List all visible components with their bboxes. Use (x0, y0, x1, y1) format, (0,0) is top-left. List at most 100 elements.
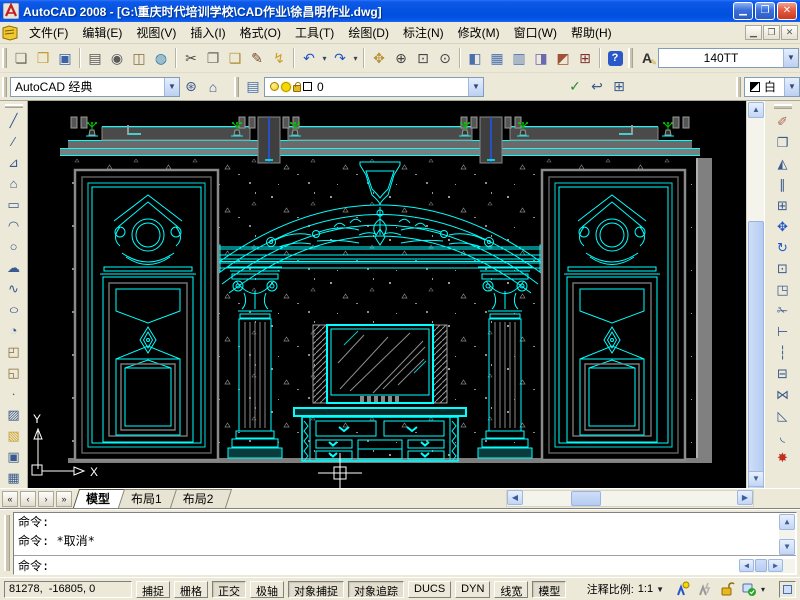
tool-palettes-button[interactable]: ▥ (508, 47, 530, 69)
stretch-button[interactable]: ◳ (772, 279, 794, 300)
toolbar-grip[interactable] (736, 77, 741, 97)
undo-button[interactable]: ↶ (298, 47, 320, 69)
toolbar-grip[interactable] (234, 77, 239, 97)
save-button[interactable]: ▣ (54, 47, 76, 69)
scroll-down-icon[interactable]: ▼ (748, 471, 764, 487)
toggle-对象追踪[interactable]: 对象追踪 (348, 581, 404, 598)
polygon-button[interactable]: ⌂ (3, 173, 25, 194)
tray-status-icon[interactable] (740, 581, 758, 597)
command-prompt[interactable]: 命令: (14, 557, 53, 575)
previous-tab-button[interactable]: ‹ (20, 491, 36, 507)
drawing-canvas[interactable]: Y X (28, 101, 746, 488)
toolbar-grip[interactable] (5, 104, 23, 108)
table-button[interactable]: ▦ (3, 467, 25, 488)
toggle-极轴[interactable]: 极轴 (250, 581, 284, 598)
undo-dropdown-icon[interactable]: ▾ (320, 47, 329, 69)
menu-h[interactable]: 帮助(H) (564, 21, 619, 44)
menu-i[interactable]: 插入(I) (183, 21, 232, 44)
circle-button[interactable]: ○ (3, 236, 25, 257)
text-style-combo[interactable]: 140TT ▼ (658, 48, 799, 68)
new-file-button[interactable]: ❏ (10, 47, 32, 69)
my-workspace-icon[interactable]: ⌂ (202, 76, 224, 98)
menu-f[interactable]: 文件(F) (22, 21, 75, 44)
block-editor-button[interactable]: ↯ (268, 47, 290, 69)
layer-on-icon[interactable] (270, 82, 279, 91)
workspace-combo[interactable]: AutoCAD 经典 ▼ (10, 77, 180, 97)
menu-d[interactable]: 绘图(D) (341, 21, 396, 44)
array-button[interactable]: ⊞ (772, 195, 794, 216)
arc-button[interactable]: ◠ (3, 215, 25, 236)
menu-o[interactable]: 格式(O) (233, 21, 288, 44)
annotation-scale-value[interactable]: 1:1 (638, 583, 653, 595)
ellipse-button[interactable]: ○ (3, 299, 25, 320)
horizontal-scroll-thumb[interactable] (571, 491, 601, 506)
layer-properties-manager-icon[interactable]: ▤ (242, 76, 264, 98)
scroll-left-icon[interactable]: ◀ (507, 490, 523, 505)
text-style-icon[interactable]: A ✎ (636, 47, 658, 69)
zoom-window-button[interactable]: ⊡ (412, 47, 434, 69)
toolbar-lock-icon[interactable] (718, 581, 736, 597)
plot-preview-button[interactable]: ◉ (106, 47, 128, 69)
redo-button[interactable]: ↷ (329, 47, 351, 69)
break-at-point-button[interactable]: ┆ (772, 342, 794, 363)
move-button[interactable]: ✥ (772, 216, 794, 237)
chevron-down-icon[interactable]: ▼ (784, 78, 799, 96)
open-file-button[interactable]: ❒ (32, 47, 54, 69)
doc-restore-button[interactable]: ❐ (763, 25, 780, 40)
copy-button[interactable]: ❐ (772, 132, 794, 153)
toggle-捕捉[interactable]: 捕捉 (136, 581, 170, 598)
gradient-button[interactable]: ▧ (3, 425, 25, 446)
copy-clip-button[interactable]: ❐ (202, 47, 224, 69)
menu-w[interactable]: 窗口(W) (507, 21, 564, 44)
toolbar-grip[interactable] (774, 104, 792, 109)
erase-button[interactable]: ✐ (772, 111, 794, 132)
insert-block-button[interactable]: ◰ (3, 341, 25, 362)
command-vertical-scrollbar[interactable]: ▲ ▼ (779, 514, 795, 555)
mirror-button[interactable]: ◭ (772, 153, 794, 174)
markup-manager-button[interactable]: ◩ (552, 47, 574, 69)
horizontal-scrollbar[interactable]: ◀ ▶ (506, 490, 754, 507)
tab-布局1[interactable]: 布局1 (121, 489, 177, 508)
rectangle-button[interactable]: ▭ (3, 194, 25, 215)
chevron-down-icon[interactable]: ▼ (468, 78, 483, 96)
join-button[interactable]: ⋈ (772, 384, 794, 405)
toggle-线宽[interactable]: 线宽 (494, 581, 528, 598)
properties-button[interactable]: ◧ (464, 47, 486, 69)
command-horizontal-scrollbar[interactable]: ◀ ▶ (739, 559, 795, 573)
chevron-down-icon[interactable]: ▼ (164, 78, 179, 96)
trim-button[interactable]: ✁ (772, 300, 794, 321)
layer-freeze-icon[interactable] (281, 82, 291, 92)
3d-dwf-button[interactable]: ◍ (150, 47, 172, 69)
command-text-area[interactable]: 命令: 命令: *取消* 命令: ▲ ▼ ◀ ▶ (13, 512, 797, 575)
toggle-栅格[interactable]: 栅格 (174, 581, 208, 598)
command-window-grip[interactable] (4, 515, 10, 571)
first-tab-button[interactable]: « (2, 491, 18, 507)
toolbar-grip[interactable] (2, 77, 7, 97)
fillet-button[interactable]: ◟ (772, 426, 794, 447)
toolbar-grip[interactable] (628, 48, 633, 68)
toggle-DYN[interactable]: DYN (455, 581, 490, 598)
zoom-realtime-button[interactable]: ⊕ (390, 47, 412, 69)
break-button[interactable]: ⊟ (772, 363, 794, 384)
make-object-layer-current-icon[interactable]: ✓ (564, 76, 586, 98)
toggle-DUCS[interactable]: DUCS (408, 581, 451, 598)
last-tab-button[interactable]: » (56, 491, 72, 507)
workspace-settings-icon[interactable]: ⊛ (180, 76, 202, 98)
paste-button[interactable]: ❑ (224, 47, 246, 69)
scroll-up-icon[interactable]: ▲ (779, 514, 795, 530)
help-button[interactable]: ? (604, 47, 626, 69)
doc-minimize-button[interactable]: ▁ (745, 25, 762, 40)
tab-布局2[interactable]: 布局2 (173, 489, 229, 508)
restore-button[interactable]: ❐ (755, 2, 775, 20)
sheetset-manager-button[interactable]: ◨ (530, 47, 552, 69)
offset-button[interactable]: ∥ (772, 174, 794, 195)
point-button[interactable]: ∙ (3, 383, 25, 404)
menu-t[interactable]: 工具(T) (288, 21, 341, 44)
publish-button[interactable]: ◫ (128, 47, 150, 69)
minimize-button[interactable]: ▁ (733, 2, 753, 20)
line-button[interactable]: ╱ (3, 110, 25, 131)
menu-n[interactable]: 标注(N) (396, 21, 451, 44)
doc-close-button[interactable]: ✕ (781, 25, 798, 40)
rotate-button[interactable]: ↻ (772, 237, 794, 258)
extend-button[interactable]: ⊢ (772, 321, 794, 342)
